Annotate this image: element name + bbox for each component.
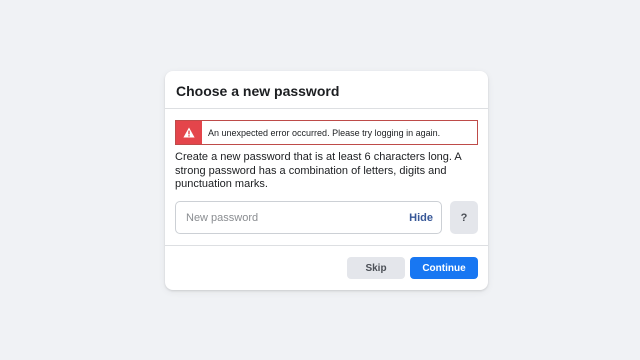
footer-divider xyxy=(165,245,488,246)
new-password-input[interactable] xyxy=(186,211,410,224)
dialog-title: Choose a new password xyxy=(176,83,340,99)
error-icon-container xyxy=(176,121,202,144)
password-field: Hide xyxy=(175,201,442,234)
password-instructions: Create a new password that is at least 6… xyxy=(175,151,462,190)
error-banner: An unexpected error occurred. Please try… xyxy=(175,120,478,145)
warning-icon xyxy=(183,127,195,138)
skip-button[interactable]: Skip xyxy=(347,257,405,279)
dialog-header: Choose a new password xyxy=(165,71,488,109)
help-button[interactable]: ? xyxy=(450,201,478,234)
error-message: An unexpected error occurred. Please try… xyxy=(208,127,441,138)
hide-password-toggle[interactable]: Hide xyxy=(409,212,433,224)
password-dialog: Choose a new password An unexpected erro… xyxy=(165,71,488,290)
continue-button[interactable]: Continue xyxy=(410,257,478,279)
